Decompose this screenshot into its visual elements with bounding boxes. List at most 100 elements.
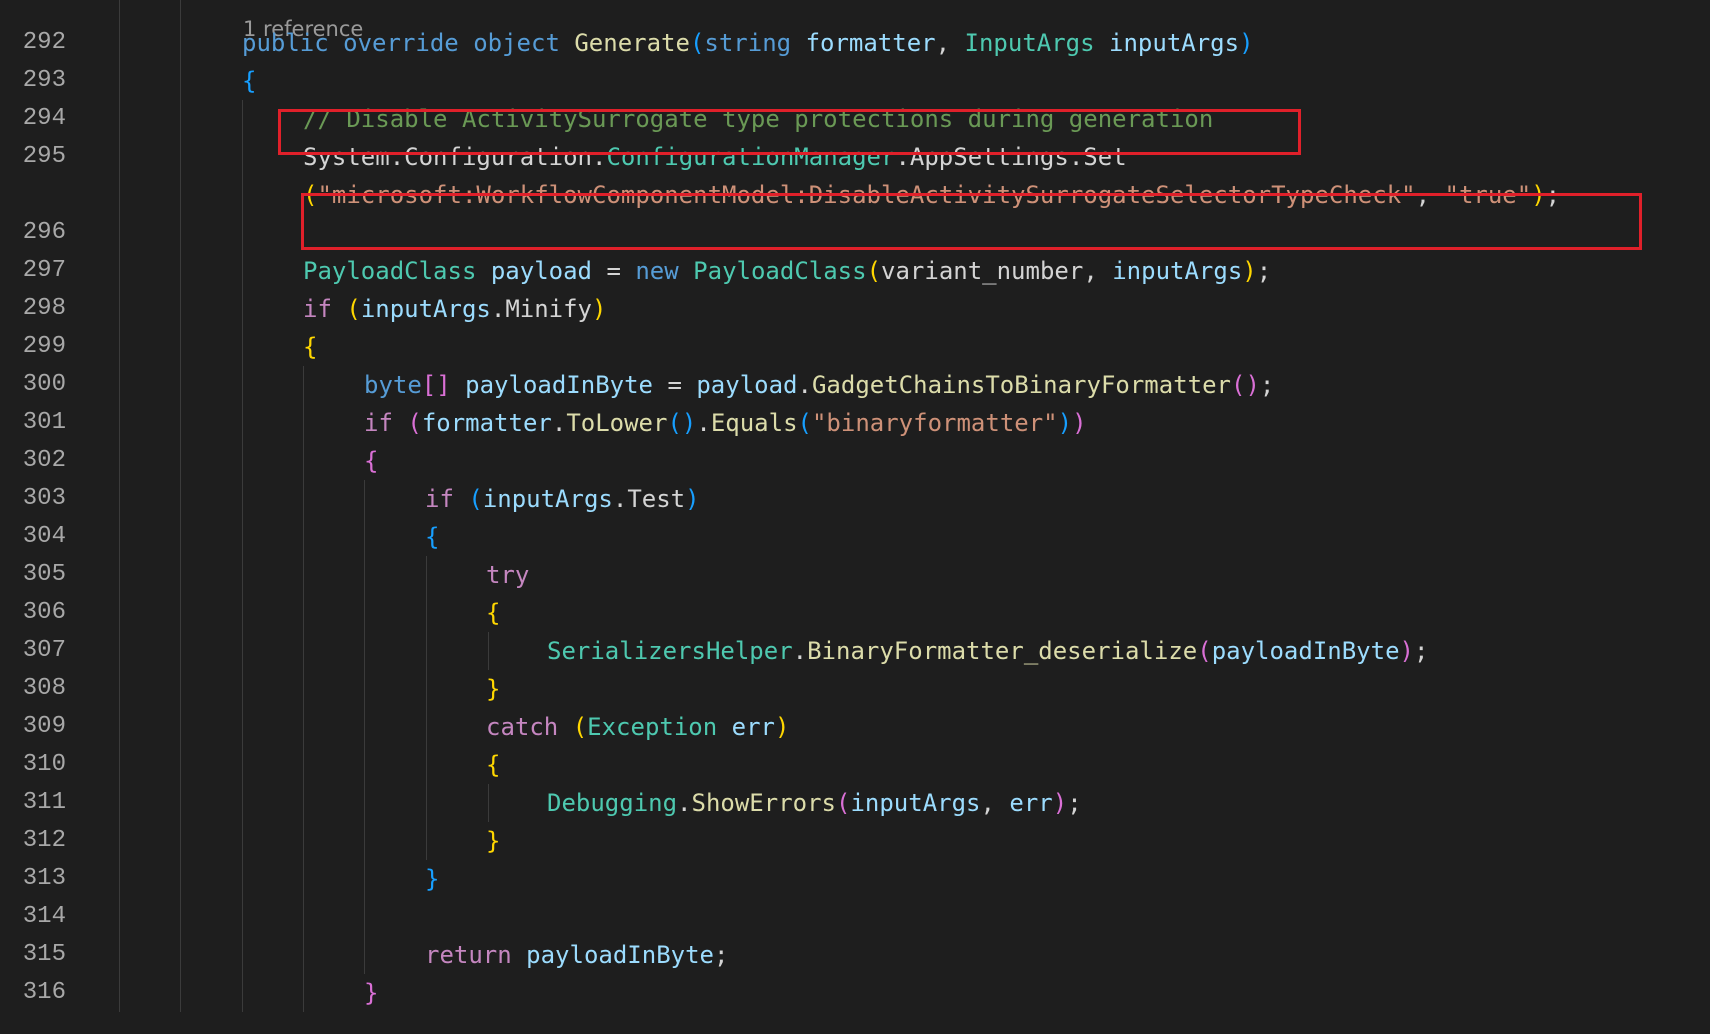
line-number: 305 [22, 561, 66, 588]
code-token: PayloadClass [693, 257, 867, 285]
code-token: payloadInByte [526, 941, 714, 969]
code-token: Exception [587, 713, 718, 741]
code-token: inputArgs [850, 789, 981, 817]
code-editor[interactable]: 1 reference 292 293 294 295 296 297 298 299 300 3… [0, 0, 1710, 1034]
code-line[interactable]: { [425, 518, 439, 556]
line-number: 292 [22, 29, 66, 56]
code-token: "binaryformatter" [811, 409, 1058, 437]
line-number: 296 [22, 219, 66, 246]
code-token: err [731, 713, 776, 741]
code-line[interactable]: if (formatter.ToLower().Equals("binaryfo… [364, 404, 1087, 442]
line-number: 314 [22, 903, 66, 930]
line-number: 309 [22, 713, 66, 740]
code-token: variant_number [881, 257, 1084, 285]
code-token: ) [1399, 637, 1414, 665]
code-token: ; [1259, 371, 1275, 399]
code-token: . [792, 637, 808, 665]
line-number: 312 [22, 827, 66, 854]
code-token: , [980, 789, 1010, 817]
line-number: 302 [22, 447, 66, 474]
code-line[interactable]: Debugging.ShowErrors(inputArgs, err); [547, 784, 1082, 822]
indent-guide [180, 0, 181, 1012]
code-token: ; [1256, 257, 1272, 285]
code-token: ( [468, 485, 483, 513]
indent-guide [303, 366, 304, 1012]
code-token: byte [364, 371, 422, 399]
code-line[interactable]: if (inputArgs.Minify) [303, 290, 606, 328]
comment-highlight-box [278, 109, 1301, 155]
line-number: 301 [22, 409, 66, 436]
code-token: GadgetChainsToBinaryFormatter [811, 371, 1231, 399]
indent-guide [426, 556, 427, 860]
line-number [0, 0, 66, 24]
code-token: ) [1052, 789, 1068, 817]
code-token: string [704, 29, 792, 57]
code-line[interactable]: PayloadClass payload = new PayloadClass(… [303, 252, 1271, 290]
code-line[interactable]: } [486, 670, 500, 708]
code-line[interactable]: if (inputArgs.Test) [425, 480, 700, 518]
code-line[interactable]: public override object Generate(string f… [242, 24, 1254, 62]
line-number: 299 [22, 333, 66, 360]
code-line[interactable]: try [486, 556, 529, 594]
code-token: ( [866, 257, 882, 285]
line-number: 298 [22, 295, 66, 322]
line-number: 316 [22, 979, 66, 1006]
code-line[interactable]: { [486, 594, 500, 632]
code-token: { [364, 447, 379, 475]
code-line[interactable]: } [486, 822, 500, 860]
code-token: formatter [805, 29, 936, 57]
code-token: try [486, 561, 530, 589]
code-token: payload [696, 371, 798, 399]
code-token: [] [421, 371, 451, 399]
code-token: ShowErrors [691, 789, 837, 817]
code-token: inputArgs [1109, 29, 1240, 57]
code-token: catch [486, 713, 559, 741]
code-token: ( [1197, 637, 1212, 665]
code-line[interactable]: { [303, 328, 317, 366]
indent-guide [119, 0, 120, 1012]
code-token: Minify [505, 295, 593, 323]
code-line[interactable]: SerializersHelper.BinaryFormatter_deseri… [547, 632, 1428, 670]
code-token: if [303, 295, 332, 323]
code-token: err [1009, 789, 1053, 817]
code-line[interactable]: { [364, 442, 378, 480]
line-number: 313 [22, 865, 66, 892]
appsettings-highlight-box [301, 193, 1642, 250]
code-token: . [612, 485, 628, 513]
code-token: formatter [421, 409, 552, 437]
code-token: ) [1072, 409, 1087, 437]
code-token: . [677, 789, 692, 817]
code-token: SerializersHelper [547, 637, 793, 665]
code-token: . [490, 295, 506, 323]
code-token: Test [627, 485, 686, 513]
code-token: payload [490, 257, 592, 285]
code-token: ToLower [566, 409, 668, 437]
code-line[interactable]: } [364, 974, 378, 1012]
code-token: new [635, 257, 679, 285]
line-number: 311 [22, 789, 66, 816]
code-token: ( [407, 409, 422, 437]
code-line[interactable]: { [486, 746, 500, 784]
code-line[interactable]: { [242, 62, 256, 100]
code-token: ( [346, 295, 361, 323]
code-token: } [425, 865, 440, 893]
code-line[interactable]: return payloadInByte; [425, 936, 728, 974]
code-token: ) [592, 295, 607, 323]
code-line[interactable]: } [425, 860, 439, 898]
code-line[interactable]: catch (Exception err) [486, 708, 789, 746]
code-token: () [1231, 371, 1260, 399]
code-token: ( [797, 409, 812, 437]
code-token: ( [572, 713, 588, 741]
line-number: 303 [22, 485, 66, 512]
code-token: payloadInByte [1211, 637, 1400, 665]
code-token: = [653, 371, 697, 399]
code-line[interactable]: byte[] payloadInByte = payload.GadgetCha… [364, 366, 1274, 404]
code-token: () [667, 409, 697, 437]
